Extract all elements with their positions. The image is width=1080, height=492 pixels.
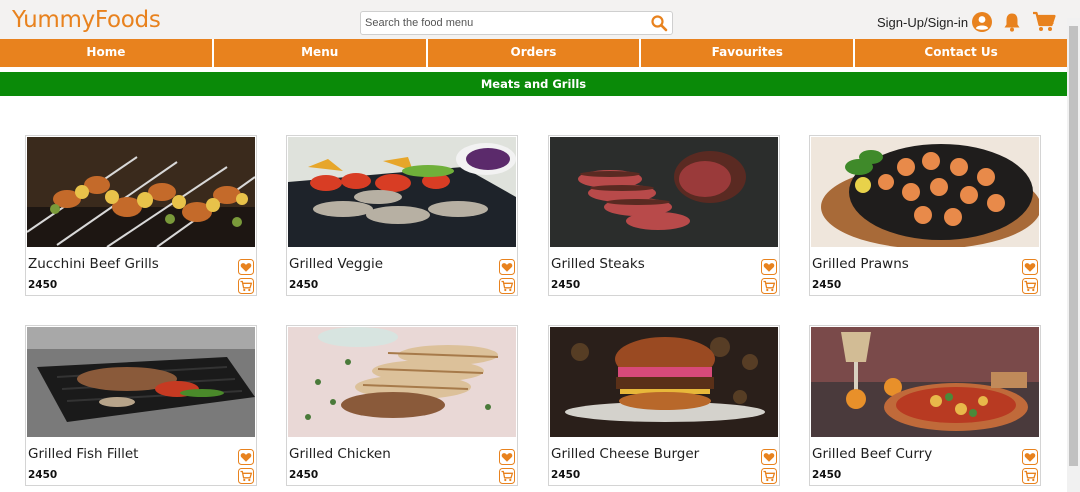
add-to-cart-icon[interactable] xyxy=(238,468,254,484)
product-name: Grilled Prawns xyxy=(812,256,909,272)
cart-icon[interactable] xyxy=(1032,11,1056,33)
product-image[interactable] xyxy=(550,137,778,247)
product-price: 2450 xyxy=(812,279,842,291)
heart-icon[interactable] xyxy=(499,259,515,275)
product-card[interactable]: Grilled Veggie 2450 xyxy=(286,135,518,296)
product-name: Grilled Cheese Burger xyxy=(551,446,700,462)
product-card[interactable]: Grilled Fish Fillet 2450 xyxy=(25,325,257,486)
product-card[interactable]: Grilled Prawns 2450 xyxy=(809,135,1041,296)
heart-icon[interactable] xyxy=(761,449,777,465)
product-name: Grilled Fish Fillet xyxy=(28,446,139,462)
product-price: 2450 xyxy=(289,469,319,481)
product-card[interactable]: Grilled Cheese Burger 2450 xyxy=(548,325,780,486)
add-to-cart-icon[interactable] xyxy=(499,468,515,484)
product-image[interactable] xyxy=(288,137,516,247)
product-name: Zucchini Beef Grills xyxy=(28,256,159,272)
product-name: Grilled Veggie xyxy=(289,256,384,272)
add-to-cart-icon[interactable] xyxy=(1022,468,1038,484)
page-scrollbar[interactable] xyxy=(1067,18,1080,492)
product-image[interactable] xyxy=(27,327,255,437)
product-image[interactable] xyxy=(288,327,516,437)
add-to-cart-icon[interactable] xyxy=(761,278,777,294)
product-price: 2450 xyxy=(289,279,319,291)
product-name: Grilled Beef Curry xyxy=(812,446,933,462)
add-to-cart-icon[interactable] xyxy=(499,278,515,294)
nav-item-contact-us[interactable]: Contact Us xyxy=(855,39,1067,67)
bell-icon[interactable] xyxy=(1001,11,1023,33)
product-name: Grilled Chicken xyxy=(289,446,391,462)
scrollbar-thumb[interactable] xyxy=(1069,26,1078,466)
user-icon[interactable] xyxy=(971,11,993,33)
product-price: 2450 xyxy=(812,469,842,481)
add-to-cart-icon[interactable] xyxy=(1022,278,1038,294)
heart-icon[interactable] xyxy=(1022,259,1038,275)
nav-item-orders[interactable]: Orders xyxy=(427,39,642,67)
heart-icon[interactable] xyxy=(499,449,515,465)
top-bar: YummyFoods Sign-Up/Sign-in xyxy=(0,0,1080,40)
main-nav: Home Menu Orders Favourites Contact Us xyxy=(0,39,1067,67)
product-image[interactable] xyxy=(27,137,255,247)
product-price: 2450 xyxy=(551,469,581,481)
product-price: 2450 xyxy=(28,469,58,481)
product-name: Grilled Steaks xyxy=(551,256,645,272)
search-box xyxy=(360,11,673,35)
heart-icon[interactable] xyxy=(761,259,777,275)
product-card[interactable]: Grilled Chicken 2450 xyxy=(286,325,518,486)
nav-item-menu[interactable]: Menu xyxy=(213,39,428,67)
nav-item-home[interactable]: Home xyxy=(0,39,214,67)
product-price: 2450 xyxy=(551,279,581,291)
product-card[interactable]: Zucchini Beef Grills 2450 xyxy=(25,135,257,296)
product-image[interactable] xyxy=(550,327,778,437)
search-icon[interactable] xyxy=(650,14,668,32)
product-card[interactable]: Grilled Beef Curry 2450 xyxy=(809,325,1041,486)
heart-icon[interactable] xyxy=(238,259,254,275)
product-image[interactable] xyxy=(811,137,1039,247)
nav-item-favourites[interactable]: Favourites xyxy=(641,39,856,67)
product-price: 2450 xyxy=(28,279,58,291)
signin-link[interactable]: Sign-Up/Sign-in xyxy=(877,15,968,30)
product-card[interactable]: Grilled Steaks 2450 xyxy=(548,135,780,296)
heart-icon[interactable] xyxy=(238,449,254,465)
heart-icon[interactable] xyxy=(1022,449,1038,465)
add-to-cart-icon[interactable] xyxy=(238,278,254,294)
add-to-cart-icon[interactable] xyxy=(761,468,777,484)
product-image[interactable] xyxy=(811,327,1039,437)
category-banner: Meats and Grills xyxy=(0,72,1067,96)
brand-logo[interactable]: YummyFoods xyxy=(12,7,161,33)
search-input[interactable] xyxy=(365,14,635,32)
